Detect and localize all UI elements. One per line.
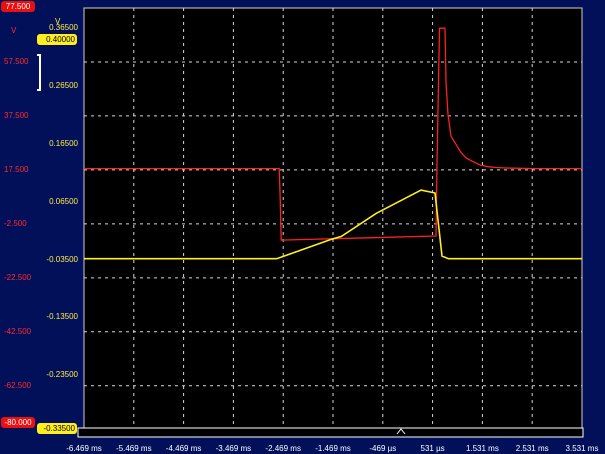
red-axis-bottom-label[interactable]: -80.000 (1, 417, 35, 428)
x-axis-tick-label: 2.531 ms (515, 444, 549, 453)
red-axis-tick-label: 57.500 (4, 57, 29, 66)
red-axis-tick-label: 17.500 (4, 164, 29, 174)
x-axis-tick-label: 531 µs (420, 444, 445, 453)
red-axis-tick-label: -2.500 (4, 218, 27, 228)
red-axis-top-label[interactable]: 77.500 (1, 1, 35, 12)
x-axis-tick-label: -1.469 ms (315, 444, 351, 453)
x-axis-tick-label: 3.531 ms (565, 444, 599, 453)
yellow-axis-tick-label: 0.16500 (49, 138, 78, 148)
red-axis-tick-label: -22.500 (4, 272, 32, 282)
yellow-axis-tick-label: -0.03500 (46, 254, 78, 264)
yellow-axis-tick-label: -0.13500 (46, 312, 78, 322)
yellow-axis-top-label[interactable]: 0.40000 (37, 34, 77, 45)
yellow-axis-tick-label: 0.06500 (49, 196, 78, 206)
yellow-axis-tick-label: -0.23500 (46, 370, 78, 380)
record-bar[interactable] (77, 427, 584, 438)
red-axis-tick-label: -62.500 (4, 380, 32, 390)
x-axis-tick-label: -469 µs (369, 444, 397, 453)
red-axis-unit: V (11, 26, 17, 35)
yellow-axis-tick-label: 0.36500 (49, 23, 78, 33)
yellow-axis-bottom-label[interactable]: -0.33500 (37, 423, 77, 434)
red-axis-tick-label: 37.500 (4, 110, 29, 120)
yellow-axis-tick-label: 0.26500 (49, 81, 78, 91)
oscilloscope-plot (37, 7, 584, 438)
x-axis-tick-label: -2.469 ms (265, 444, 301, 453)
red-axis-tick-label: -42.500 (4, 326, 32, 336)
x-axis-tick-label: -6.469 ms (66, 444, 102, 453)
x-axis-tick-label: -3.469 ms (215, 444, 252, 453)
x-axis-tick-label: -4.469 ms (165, 444, 202, 453)
x-axis-tick-label: 1.531 ms (465, 444, 499, 453)
x-axis-tick-label: -5.469 ms (116, 444, 152, 453)
